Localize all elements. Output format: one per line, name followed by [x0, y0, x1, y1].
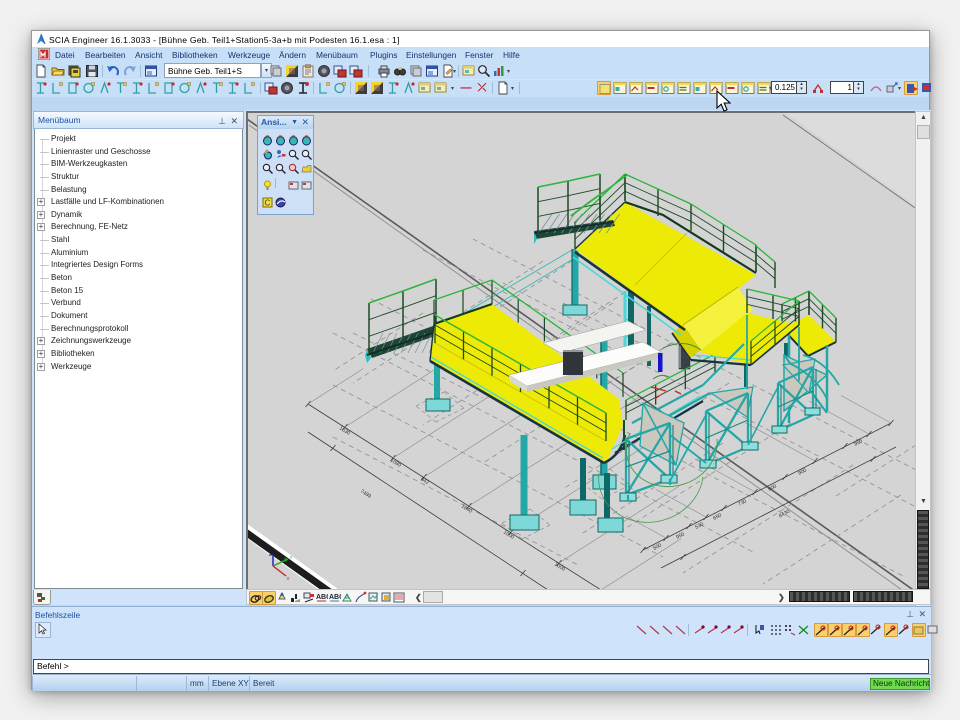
svg-text:ABC: ABC [329, 594, 341, 601]
svg-text:Y: Y [289, 555, 292, 560]
svg-text:X: X [286, 576, 289, 581]
svg-text:ABC: ABC [316, 594, 328, 601]
svg-text:C: C [265, 199, 271, 208]
